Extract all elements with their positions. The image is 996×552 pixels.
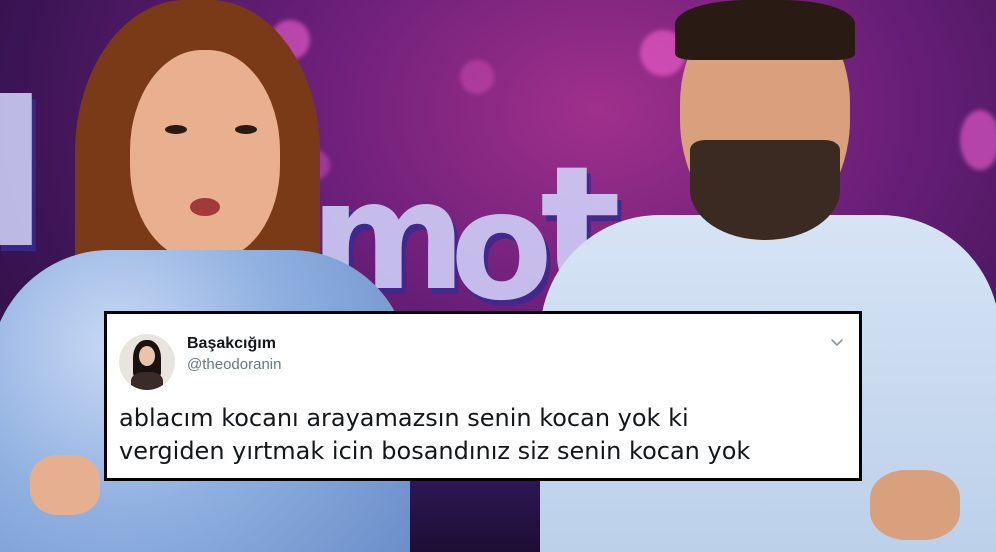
man-beard bbox=[690, 140, 840, 240]
display-name[interactable]: Başakcığım bbox=[187, 335, 276, 353]
woman-eye bbox=[165, 125, 187, 134]
tweet-text: ablacım kocanı arayamazsın senin kocan y… bbox=[119, 402, 859, 468]
woman-mouth bbox=[190, 198, 220, 216]
stage-light bbox=[960, 110, 996, 170]
chevron-down-icon[interactable] bbox=[829, 334, 845, 350]
avatar[interactable] bbox=[119, 334, 175, 390]
woman-eye bbox=[235, 125, 257, 134]
man-hair bbox=[675, 0, 855, 60]
tweet-card: Başakcığım @theodoranin ablacım kocanı a… bbox=[104, 311, 862, 481]
user-handle[interactable]: @theodoranin bbox=[187, 356, 281, 373]
woman-hand bbox=[30, 455, 100, 515]
tweet-line: ablacım kocanı arayamazsın senin kocan y… bbox=[119, 404, 689, 432]
tweet-line: vergiden yırtmak icin bosandınız siz sen… bbox=[119, 437, 751, 465]
man-hand bbox=[870, 470, 960, 540]
woman-face bbox=[130, 50, 280, 260]
